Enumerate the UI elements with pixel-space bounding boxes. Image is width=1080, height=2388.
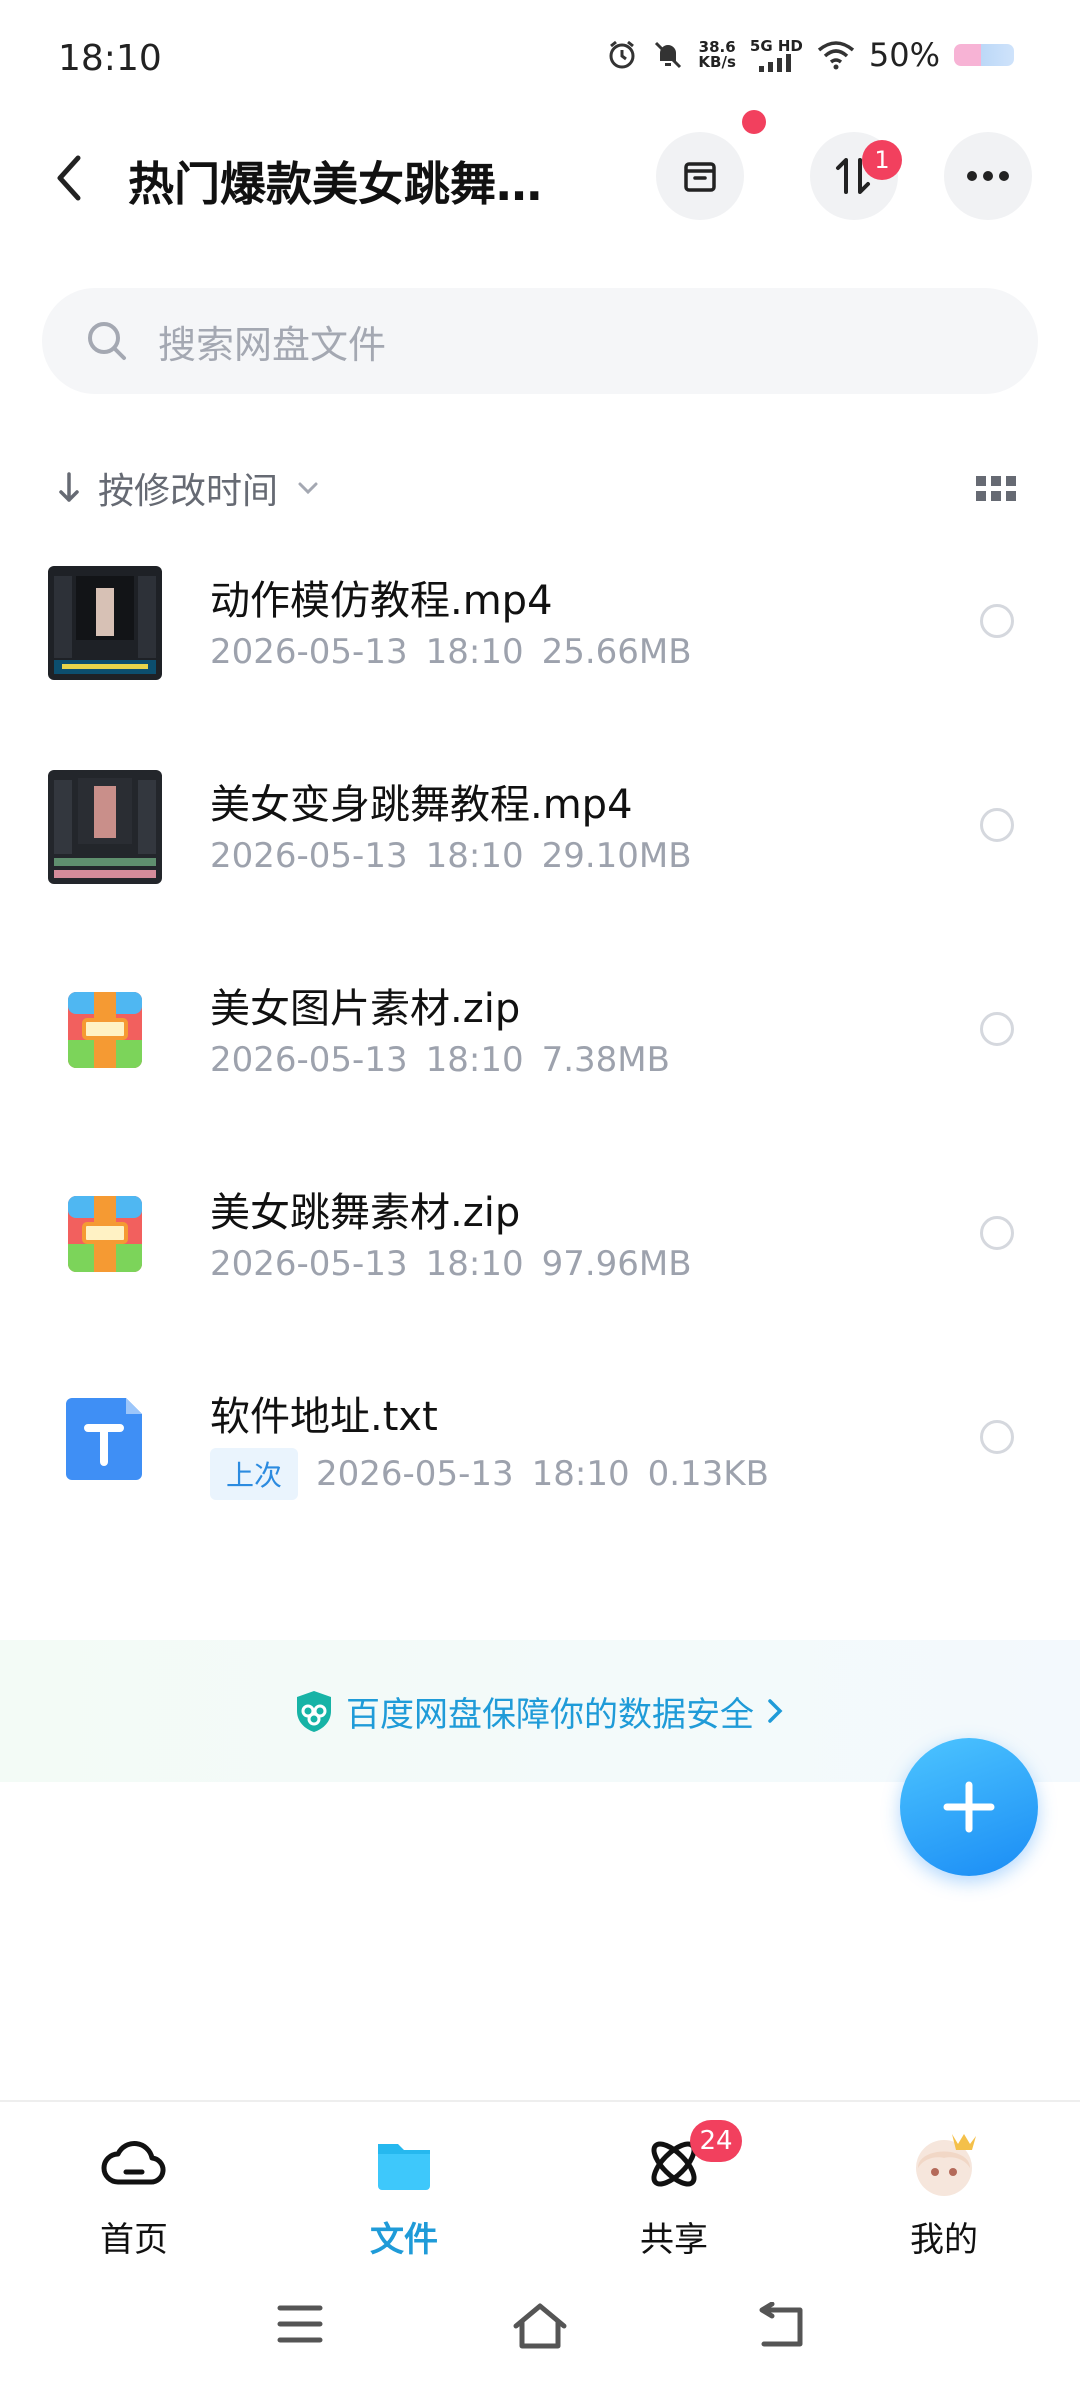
tab-files[interactable]: 文件 (324, 2128, 484, 2261)
file-name: 软件地址.txt (210, 1394, 438, 1440)
search-icon (88, 322, 126, 360)
security-banner-text: 百度网盘保障你的数据安全 (346, 1694, 754, 1735)
mute-bell-icon (655, 41, 682, 69)
wifi-icon (817, 41, 854, 70)
file-row[interactable]: 美女图片素材.zip 2026-05-13 18:10 7.38MB (0, 948, 1080, 1152)
plus-icon (943, 1781, 995, 1833)
file-date: 2026-05-13 (210, 1040, 408, 1080)
search-placeholder: 搜索网盘文件 (158, 322, 387, 367)
status-time: 18:10 (58, 38, 162, 79)
system-nav-bar (0, 2272, 1080, 2388)
grid-view-icon[interactable] (976, 476, 1016, 502)
collection-button[interactable] (656, 132, 744, 220)
select-radio[interactable] (980, 808, 1014, 842)
network-indicator: 5G HD (750, 38, 803, 72)
file-name: 美女图片素材.zip (210, 986, 521, 1032)
file-row[interactable]: 软件地址.txt 上次 2026-05-13 18:10 0.13KB (0, 1356, 1080, 1560)
last-opened-tag: 上次 (210, 1448, 299, 1500)
file-meta: 2026-05-13 18:10 97.96MB (210, 1244, 710, 1284)
cloud-icon (101, 2141, 166, 2185)
chevron-right-icon (768, 1699, 783, 1723)
file-date: 2026-05-13 (210, 836, 408, 876)
status-icons: 38.6 KB/s 5G HD 50% (606, 36, 1014, 74)
file-time: 18:10 (425, 632, 524, 672)
tab-home[interactable]: 首页 (54, 2128, 214, 2261)
avatar-icon (916, 2134, 976, 2196)
file-size: 7.38MB (541, 1040, 670, 1080)
net-speed: 38.6 KB/s (698, 38, 736, 71)
back-icon[interactable] (756, 2302, 806, 2348)
select-radio[interactable] (980, 1216, 1014, 1250)
file-name: 动作模仿教程.mp4 (210, 578, 553, 624)
select-radio[interactable] (980, 604, 1014, 638)
more-button[interactable] (944, 132, 1032, 220)
file-time: 18:10 (425, 1244, 524, 1284)
file-size: 97.96MB (541, 1244, 692, 1284)
add-button[interactable] (900, 1738, 1038, 1876)
file-meta: 2026-05-13 18:10 25.66MB (210, 632, 710, 672)
tab-profile-label: 我的 (910, 2220, 978, 2260)
file-date: 2026-05-13 (210, 1244, 408, 1284)
file-row[interactable]: 动作模仿教程.mp4 2026-05-13 18:10 25.66MB (0, 540, 1080, 744)
file-date: 2026-05-13 (210, 632, 408, 672)
status-bar: 18:10 38.6 KB/s 5G HD 50% (0, 0, 1080, 118)
file-row[interactable]: 美女跳舞素材.zip 2026-05-13 18:10 97.96MB (0, 1152, 1080, 1356)
video-thumbnail-icon (48, 566, 162, 680)
zip-file-icon (68, 992, 142, 1068)
sort-arrow-icon (59, 472, 79, 502)
file-time: 18:10 (425, 836, 524, 876)
tab-share[interactable]: 24 共享 (594, 2120, 754, 2261)
bottom-nav: 首页 文件 24 共享 我的 (0, 2100, 1080, 2272)
file-row[interactable]: 美女变身跳舞教程.mp4 2026-05-13 18:10 29.10MB (0, 744, 1080, 948)
battery-icon (954, 44, 1014, 66)
transfer-badge: 1 (862, 140, 902, 180)
zip-file-icon (68, 1196, 142, 1272)
file-date: 2026-05-13 (316, 1454, 514, 1494)
sort-selector[interactable]: 按修改时间 (56, 462, 320, 514)
file-time: 18:10 (531, 1454, 630, 1494)
select-radio[interactable] (980, 1012, 1014, 1046)
tab-profile[interactable]: 我的 (864, 2128, 1024, 2261)
share-badge: 24 (690, 2120, 742, 2162)
file-meta: 2026-05-13 18:10 7.38MB (210, 1040, 688, 1080)
tab-share-label: 共享 (640, 2220, 708, 2260)
tab-home-label: 首页 (100, 2220, 168, 2260)
video-thumbnail-icon (48, 770, 162, 884)
text-file-icon (66, 1398, 142, 1480)
chevron-down-icon (298, 482, 318, 495)
top-bar: 热门爆款美女跳舞… 1 (0, 110, 1080, 236)
signal-icon (759, 53, 792, 72)
battery-percent: 50% (868, 36, 940, 74)
select-radio[interactable] (980, 1420, 1014, 1454)
archive-box-icon (684, 162, 716, 192)
file-name: 美女变身跳舞教程.mp4 (210, 782, 633, 828)
file-size: 0.13KB (647, 1454, 769, 1494)
tab-files-label: 文件 (370, 2220, 438, 2260)
home-icon[interactable] (510, 2302, 570, 2350)
file-name: 美女跳舞素材.zip (210, 1190, 521, 1236)
alarm-icon (609, 40, 635, 69)
notification-dot (742, 110, 766, 134)
back-arrow-icon[interactable] (50, 150, 90, 206)
file-size: 25.66MB (541, 632, 692, 672)
more-dots-icon (967, 171, 1009, 181)
search-bar[interactable]: 搜索网盘文件 (42, 288, 1038, 394)
page-title: 热门爆款美女跳舞… (128, 157, 542, 211)
file-list: 动作模仿教程.mp4 2026-05-13 18:10 25.66MB 美女变身… (0, 540, 1080, 1560)
file-time: 18:10 (425, 1040, 524, 1080)
sort-label: 按修改时间 (98, 471, 279, 512)
menu-icon[interactable] (276, 2302, 324, 2346)
file-meta: 上次 2026-05-13 18:10 0.13KB (210, 1448, 787, 1500)
file-meta: 2026-05-13 18:10 29.10MB (210, 836, 710, 876)
folder-icon (378, 2144, 430, 2190)
shield-icon (297, 1691, 331, 1732)
file-size: 29.10MB (541, 836, 692, 876)
